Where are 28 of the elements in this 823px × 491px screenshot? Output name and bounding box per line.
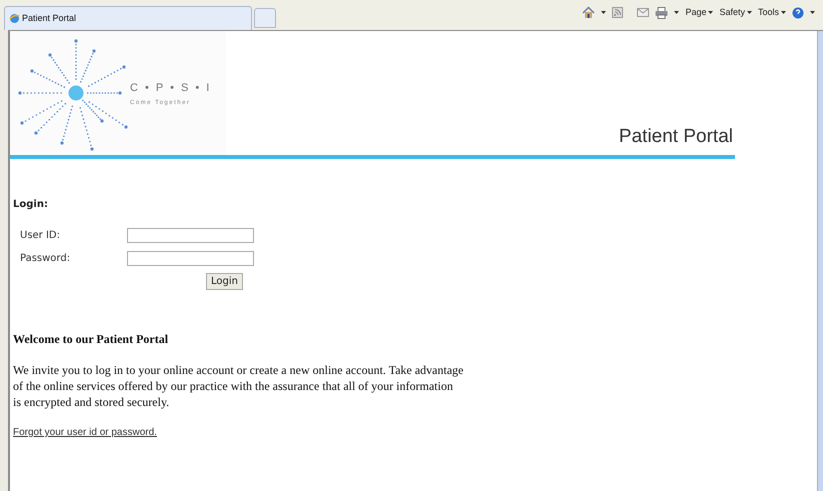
welcome-paragraph: We invite you to log in to your online account or create a new online account. Take advantage of the online services offered by our practice with the assurance that all of your information is encrypted and stored securely. bbox=[13, 362, 464, 410]
caret-icon[interactable] bbox=[810, 11, 815, 14]
browser-logo-icon bbox=[9, 13, 20, 24]
home-icon[interactable] bbox=[582, 6, 596, 20]
field-label: User ID: bbox=[20, 229, 61, 243]
command-menu[interactable]: Safety bbox=[719, 6, 752, 20]
login-button[interactable]: Login bbox=[206, 273, 243, 290]
command-menu[interactable]: Page bbox=[685, 6, 714, 20]
caret-icon bbox=[708, 11, 714, 14]
input-field[interactable] bbox=[127, 251, 254, 266]
mail-icon[interactable] bbox=[637, 8, 650, 18]
help-icon[interactable] bbox=[792, 6, 804, 19]
caret-icon[interactable] bbox=[674, 11, 680, 14]
feed-icon[interactable] bbox=[612, 7, 624, 18]
input-field[interactable] bbox=[127, 228, 254, 243]
logo-letters: C • P • S • I bbox=[130, 81, 212, 96]
page-title: Patient Portal bbox=[618, 124, 733, 148]
printer-icon[interactable] bbox=[655, 6, 668, 19]
field-label: Password: bbox=[20, 252, 72, 266]
scrollbar[interactable] bbox=[817, 31, 823, 491]
caret-icon[interactable] bbox=[601, 11, 606, 14]
command-menu[interactable]: Tools bbox=[758, 6, 786, 20]
forgot-password-link[interactable]: Forgot your user id or password. bbox=[13, 425, 157, 440]
login-heading: Login: bbox=[13, 198, 49, 212]
caret-icon bbox=[781, 11, 786, 14]
caret-icon bbox=[746, 11, 752, 14]
browser-tab[interactable]: Patient Portal bbox=[4, 6, 252, 30]
welcome-heading: Welcome to our Patient Portal bbox=[13, 331, 170, 348]
